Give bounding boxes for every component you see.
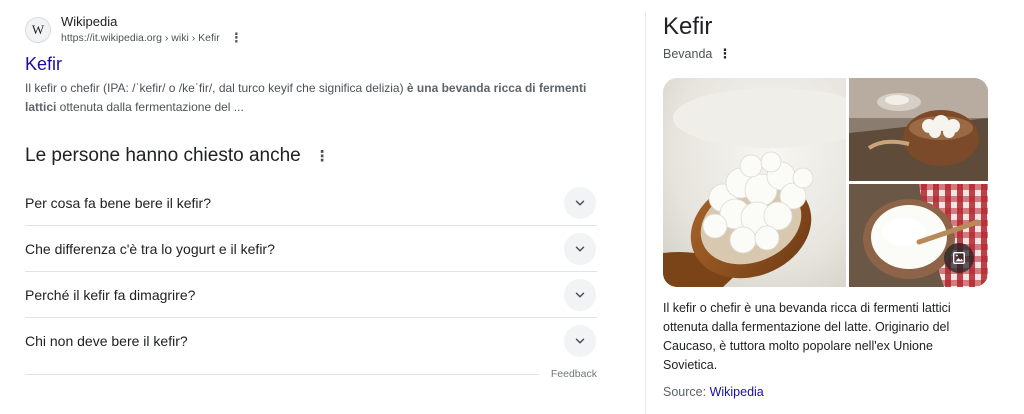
kp-source-link[interactable]: Wikipedia — [710, 385, 764, 399]
result-url-row: https://it.wikipedia.org › wiki › Kefir … — [61, 30, 243, 46]
kp-source: Source: Wikipedia — [663, 385, 988, 399]
paa-header: Le persone hanno chiesto anche ⋮ — [25, 140, 597, 172]
result-site-meta: Wikipedia https://it.wikipedia.org › wik… — [61, 14, 243, 46]
people-also-ask: Le persone hanno chiesto anche ⋮ Per cos… — [25, 140, 597, 380]
column-divider — [645, 12, 646, 414]
snippet-tail: ottenuta dalla fermentazione del ... — [56, 100, 244, 114]
kp-subtitle: Bevanda — [663, 47, 713, 61]
paa-question-text: Perché il kefir fa dimagrire? — [25, 286, 196, 303]
result-site-name: Wikipedia — [61, 14, 118, 29]
paa-more-icon[interactable]: ⋮ — [315, 147, 330, 165]
result-site-header[interactable]: W Wikipedia https://it.wikipedia.org › w… — [25, 14, 600, 46]
paa-list: Per cosa fa bene bere il kefir? Che diff… — [25, 180, 597, 364]
kp-subtitle-row: Bevanda ⋮ — [663, 46, 988, 62]
result-url: https://it.wikipedia.org › wiki › Kefir — [61, 32, 220, 44]
kefir-yogurt-image[interactable] — [849, 184, 988, 287]
snippet-text: Il kefir o chefir (IPA: /ˈkefir/ o /keˈf… — [25, 81, 407, 95]
result-title-link[interactable]: Kefir — [25, 52, 600, 76]
paa-question-2[interactable]: Perché il kefir fa dimagrire? — [25, 272, 597, 318]
paa-question-3[interactable]: Chi non deve bere il kefir? — [25, 318, 597, 364]
paa-question-1[interactable]: Che differenza c'è tra lo yogurt e il ke… — [25, 226, 597, 272]
image-gallery-icon[interactable] — [944, 243, 974, 273]
kp-description: Il kefir o chefir è una bevanda ricca di… — [663, 301, 951, 372]
chevron-down-icon[interactable] — [564, 186, 596, 219]
chevron-down-icon[interactable] — [564, 232, 596, 265]
paa-question-0[interactable]: Per cosa fa bene bere il kefir? — [25, 180, 597, 226]
kp-source-label: Source: — [663, 385, 710, 399]
chevron-down-icon[interactable] — [564, 278, 596, 311]
result-snippet: Il kefir o chefir (IPA: /ˈkefir/ o /keˈf… — [25, 79, 600, 117]
paa-title: Le persone hanno chiesto anche — [25, 145, 301, 166]
kp-image-grid — [663, 78, 988, 287]
search-result: W Wikipedia https://it.wikipedia.org › w… — [25, 14, 600, 117]
feedback-link[interactable]: Feedback — [551, 368, 597, 380]
knowledge-panel: Kefir Bevanda ⋮ Il kefir o chefir è una … — [663, 12, 988, 399]
kp-more-icon[interactable]: ⋮ — [718, 46, 731, 62]
kp-title: Kefir — [663, 13, 713, 40]
paa-footer: Feedback — [25, 368, 597, 380]
kefir-spoon-image[interactable] — [663, 78, 846, 287]
wikipedia-favicon-icon: W — [25, 17, 51, 43]
paa-question-text: Chi non deve bere il kefir? — [25, 333, 188, 349]
kefir-bowl-image[interactable] — [849, 78, 988, 181]
chevron-down-icon[interactable] — [564, 325, 596, 357]
paa-question-text: Per cosa fa bene bere il kefir? — [25, 194, 211, 211]
result-more-icon[interactable]: ⋮ — [230, 31, 243, 44]
paa-question-text: Che differenza c'è tra lo yogurt e il ke… — [25, 240, 275, 257]
paa-divider — [25, 373, 539, 375]
